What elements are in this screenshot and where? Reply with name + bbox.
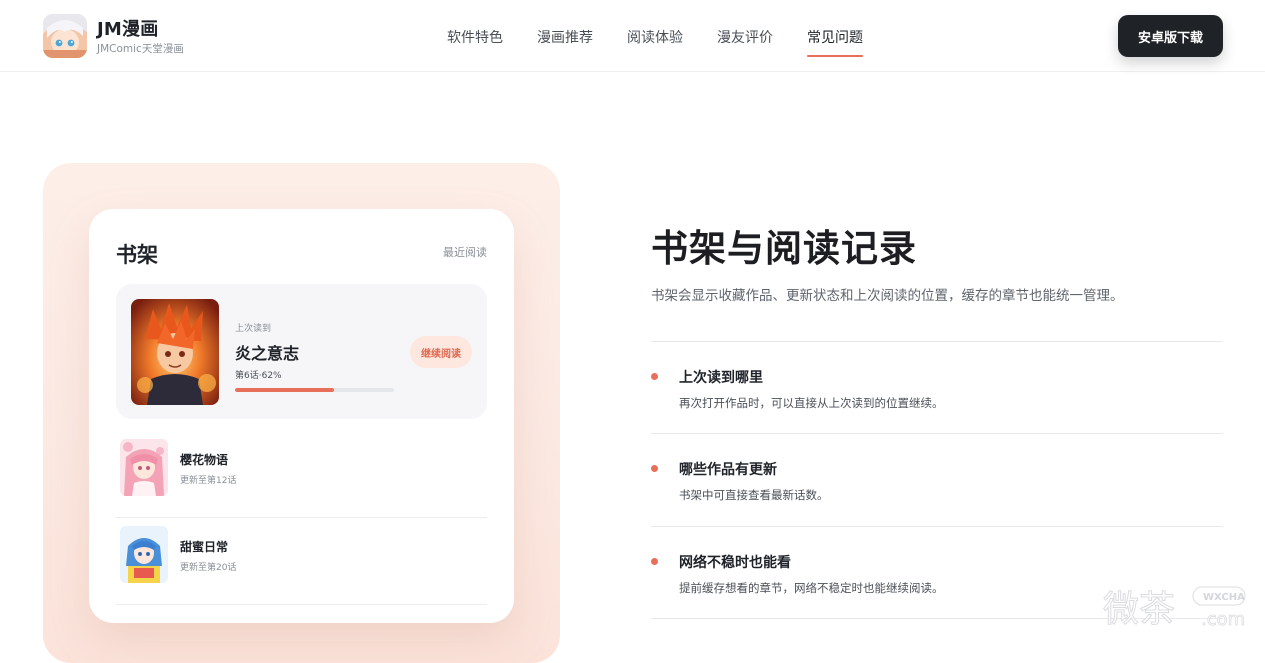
nav-item-reviews[interactable]: 漫友评价 xyxy=(717,27,773,47)
reading-progress-bar xyxy=(235,388,394,392)
last-read-label: 上次读到 xyxy=(235,324,272,334)
brand-name: JM漫画 xyxy=(97,19,159,40)
bullet-dot-icon xyxy=(651,465,658,472)
nav-item-faq[interactable]: 常见问题 xyxy=(807,27,863,57)
android-download-button[interactable]: 安卓版下载 xyxy=(1118,15,1223,57)
app-logo-icon[interactable] xyxy=(43,14,87,58)
feature-title: 哪些作品有更新 xyxy=(679,462,777,478)
continue-reading-button[interactable]: 继续阅读 xyxy=(410,336,472,368)
main-nav: 软件特色 漫画推荐 阅读体验 漫友评价 常见问题 xyxy=(447,27,897,57)
current-reading-panel[interactable]: 上次读到 炎之意志 第6话·62% 继续阅读 xyxy=(116,284,487,419)
section-subheading: 书架会显示收藏作品、更新状态和上次阅读的位置，缓存的章节也能统一管理。 xyxy=(651,288,1124,304)
feature-title: 网络不稳时也能看 xyxy=(679,555,791,571)
list-item-update-status: 更新至第20话 xyxy=(180,563,237,573)
feature-description: 再次打开作品时，可以直接从上次读到的位置继续。 xyxy=(679,396,944,410)
recent-reading-link[interactable]: 最近阅读 xyxy=(443,244,487,260)
nav-item-features[interactable]: 软件特色 xyxy=(447,27,503,47)
shelf-list-item[interactable]: 樱花物语 更新至第12话 xyxy=(116,431,487,518)
divider xyxy=(651,526,1223,527)
svg-text:WXCHA: WXCHA xyxy=(1203,592,1245,603)
nav-item-recommend[interactable]: 漫画推荐 xyxy=(537,27,593,47)
brand-subtitle: JMComic天堂漫画 xyxy=(97,43,184,55)
bullet-dot-icon xyxy=(651,373,658,380)
bookshelf-card: 书架 最近阅读 上次读到 炎之意志 第6话·62% 继续阅读 樱花物语 更新至第… xyxy=(89,209,514,623)
site-header: JM漫画 JMComic天堂漫画 软件特色 漫画推荐 阅读体验 漫友评价 常见问… xyxy=(0,0,1265,72)
feature-description: 书架中可直接查看最新话数。 xyxy=(679,488,829,502)
bullet-dot-icon xyxy=(651,558,658,565)
comic-thumbnail-image xyxy=(120,526,168,583)
divider xyxy=(651,341,1223,342)
shelf-list-item[interactable]: 甜蜜日常 更新至第20话 xyxy=(116,518,487,605)
feature-description: 提前缓存想看的章节，网络不稳定时也能继续阅读。 xyxy=(679,581,944,595)
shelf-title: 书架 xyxy=(116,243,158,267)
feature-title: 上次读到哪里 xyxy=(679,370,763,386)
list-item-update-status: 更新至第12话 xyxy=(180,476,237,486)
list-item-title: 樱花物语 xyxy=(180,453,229,467)
reading-progress-fill xyxy=(235,388,334,392)
watermark-logo: 微茶 WXCHA .com xyxy=(1103,583,1248,631)
list-item-title: 甜蜜日常 xyxy=(180,540,229,554)
nav-item-reading[interactable]: 阅读体验 xyxy=(627,27,683,47)
svg-text:.com: .com xyxy=(1201,609,1245,630)
divider xyxy=(651,433,1223,434)
reading-progress-text: 第6话·62% xyxy=(235,371,282,381)
comic-cover-image[interactable] xyxy=(131,299,219,405)
svg-text:微茶: 微茶 xyxy=(1103,589,1175,630)
comic-thumbnail-image xyxy=(120,439,168,496)
current-comic-title[interactable]: 炎之意志 xyxy=(235,340,299,364)
section-heading: 书架与阅读记录 xyxy=(651,227,917,270)
